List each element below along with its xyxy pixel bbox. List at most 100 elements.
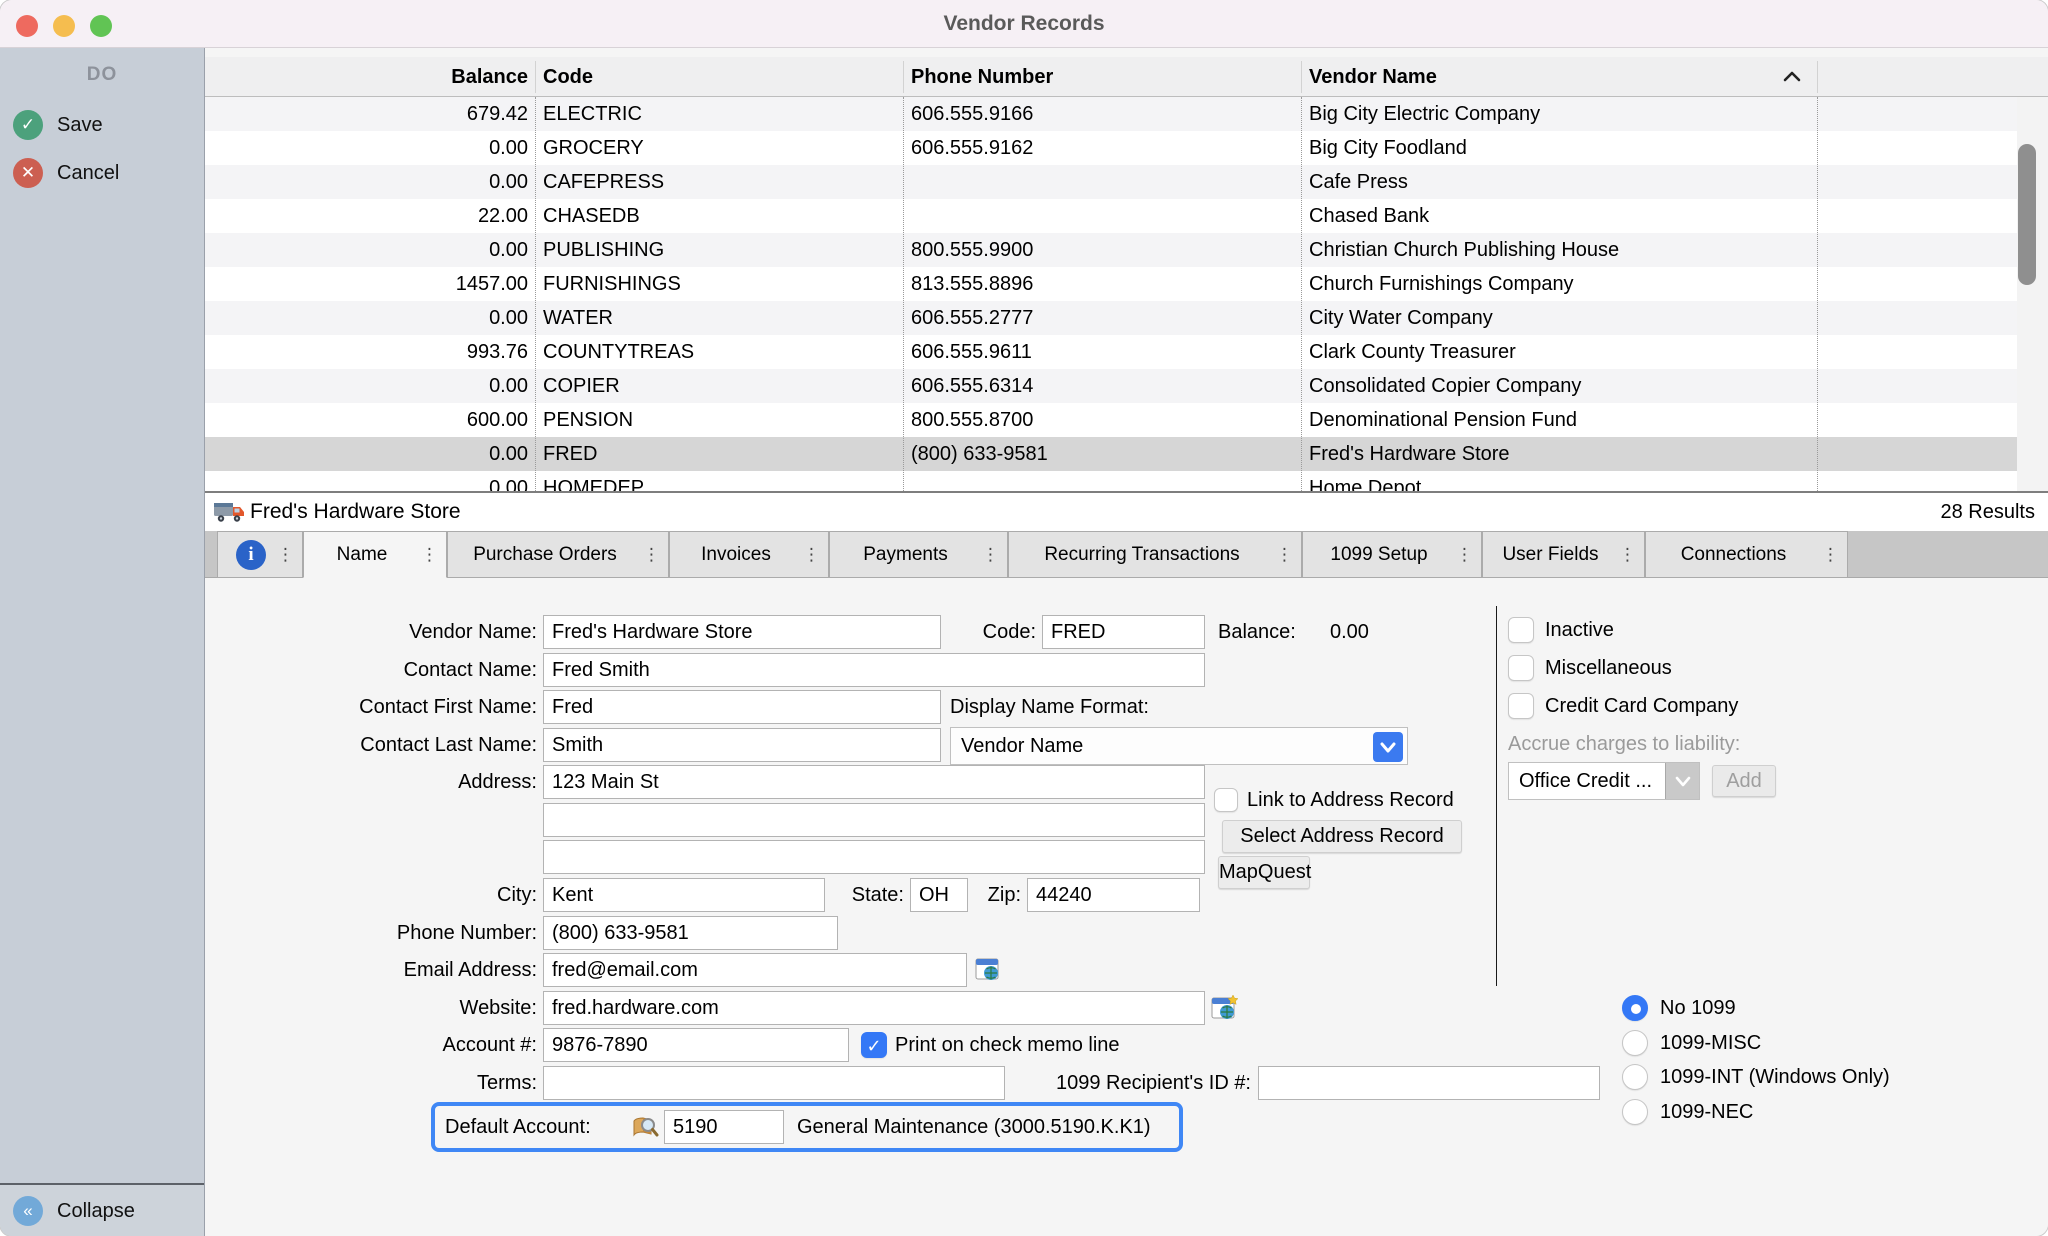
credit-card-company-checkbox[interactable]	[1508, 693, 1534, 719]
radio-1099-int[interactable]	[1622, 1064, 1648, 1090]
add-liability-button[interactable]: Add	[1712, 765, 1776, 797]
sort-ascending-icon[interactable]	[1783, 70, 1801, 82]
header-separator	[535, 61, 536, 93]
tab-connections[interactable]: Connections⋮	[1645, 531, 1848, 578]
balance-label: Balance:	[1218, 615, 1308, 649]
scrollbar-thumb[interactable]	[2018, 144, 2036, 285]
tab-menu-dots-icon[interactable]: ⋮	[982, 532, 999, 577]
phone-number-input[interactable]: (800) 633-9581	[543, 916, 838, 950]
tab-menu-dots-icon[interactable]: ⋮	[1822, 532, 1839, 577]
phone-number-label: Phone Number:	[205, 916, 537, 950]
table-row[interactable]: 1457.00FURNISHINGS813.555.8896Church Fur…	[205, 267, 2048, 301]
table-row[interactable]: 600.00PENSION800.555.8700Denominational …	[205, 403, 2048, 437]
tab-name[interactable]: Name⋮	[303, 531, 447, 578]
do-heading: DO	[0, 64, 204, 86]
tab-menu-dots-icon[interactable]: ⋮	[803, 532, 820, 577]
radio-no-1099-label: No 1099	[1660, 995, 1736, 1021]
contact-last-name-input[interactable]: Smith	[543, 728, 941, 762]
radio-1099-nec[interactable]	[1622, 1099, 1648, 1125]
tab-user-fields[interactable]: User Fields⋮	[1482, 531, 1645, 578]
open-email-icon[interactable]	[975, 957, 1001, 983]
table-row[interactable]: 0.00HOMEDEPHome Depot	[205, 471, 2048, 491]
tab-menu-dots-icon[interactable]: ⋮	[1619, 532, 1636, 577]
default-account-highlight: Default Account: 5190 General Maintenanc…	[431, 1102, 1183, 1152]
account-number-input[interactable]: 9876-7890	[543, 1028, 849, 1062]
tab-menu-dots-icon[interactable]: ⋮	[1456, 532, 1473, 577]
table-row[interactable]: 679.42ELECTRIC606.555.9166Big City Elect…	[205, 97, 2048, 131]
table-row[interactable]: 0.00WATER606.555.2777City Water Company	[205, 301, 2048, 335]
contact-last-name-label: Contact Last Name:	[205, 728, 537, 762]
column-header-phone[interactable]: Phone Number	[911, 57, 1053, 97]
recipient-id-input[interactable]	[1258, 1066, 1600, 1100]
default-account-label: Default Account:	[445, 1110, 625, 1144]
table-row-selected[interactable]: 0.00FRED(800) 633-9581Fred's Hardware St…	[205, 437, 2048, 471]
table-row[interactable]: 0.00COPIER606.555.6314Consolidated Copie…	[205, 369, 2048, 403]
code-input[interactable]: FRED	[1042, 615, 1205, 649]
city-input[interactable]: Kent	[543, 878, 825, 912]
tab-menu-dots-icon[interactable]: ⋮	[277, 532, 294, 577]
table-row[interactable]: 0.00PUBLISHING800.555.9900Christian Chur…	[205, 233, 2048, 267]
column-header-balance[interactable]: Balance	[205, 57, 528, 97]
tab-1099-setup[interactable]: 1099 Setup⋮	[1302, 531, 1482, 578]
link-address-checkbox[interactable]	[1214, 788, 1238, 812]
website-input[interactable]: fred.hardware.com	[543, 991, 1205, 1025]
chevron-down-icon[interactable]	[1373, 732, 1403, 762]
radio-no-1099[interactable]	[1622, 995, 1648, 1021]
collapse-button[interactable]: « Collapse	[0, 1185, 204, 1236]
column-separator	[1301, 97, 1302, 491]
window-title: Vendor Records	[0, 0, 2048, 48]
tab-menu-dots-icon[interactable]: ⋮	[421, 532, 438, 577]
column-header-vendor[interactable]: Vendor Name	[1309, 57, 1437, 97]
account-lookup-icon[interactable]	[631, 1115, 659, 1141]
mapquest-button[interactable]: MapQuest	[1218, 856, 1310, 889]
tab-menu-dots-icon[interactable]: ⋮	[643, 532, 660, 577]
tab-payments[interactable]: Payments⋮	[829, 531, 1008, 578]
name-tab-form: Vendor Name: Fred's Hardware Store Code:…	[205, 578, 2048, 1236]
state-input[interactable]: OH	[910, 878, 968, 912]
vendor-name-label: Vendor Name:	[205, 615, 537, 649]
table-row[interactable]: 22.00CHASEDBChased Bank	[205, 199, 2048, 233]
address-line2-input[interactable]	[543, 803, 1205, 837]
vendor-name-input[interactable]: Fred's Hardware Store	[543, 615, 941, 649]
radio-1099-misc[interactable]	[1622, 1030, 1648, 1056]
contact-name-input[interactable]: Fred Smith	[543, 653, 1205, 687]
zip-input[interactable]: 44240	[1027, 878, 1200, 912]
chevron-down-icon[interactable]	[1665, 763, 1699, 799]
city-label: City:	[205, 878, 537, 912]
website-label: Website:	[205, 991, 537, 1025]
inactive-checkbox[interactable]	[1508, 617, 1534, 643]
contact-first-name-input[interactable]: Fred	[543, 690, 941, 724]
display-name-format-dropdown[interactable]: Vendor Name	[950, 727, 1408, 765]
table-row[interactable]: 0.00GROCERY606.555.9162Big City Foodland	[205, 131, 2048, 165]
save-button[interactable]: ✓ Save	[0, 108, 204, 142]
default-account-input[interactable]: 5190	[664, 1110, 784, 1144]
accrue-liability-dropdown[interactable]: Office Credit ...	[1508, 762, 1700, 800]
table-row[interactable]: 0.00CAFEPRESSCafe Press	[205, 165, 2048, 199]
print-memo-checkbox[interactable]: ✓	[861, 1032, 887, 1058]
column-header-code[interactable]: Code	[543, 57, 593, 97]
column-separator	[903, 97, 904, 491]
link-address-label: Link to Address Record	[1247, 787, 1454, 813]
sidebar: DO ✓ Save ✕ Cancel « Collapse	[0, 48, 205, 1236]
select-address-record-button[interactable]: Select Address Record	[1222, 820, 1462, 853]
truck-icon	[213, 500, 245, 524]
tab-info[interactable]: i ⋮	[217, 531, 303, 578]
terms-input[interactable]	[543, 1066, 1005, 1100]
zip-label: Zip:	[977, 878, 1021, 912]
address-line1-input[interactable]: 123 Main St	[543, 765, 1205, 799]
column-separator	[1817, 97, 1818, 491]
address-line3-input[interactable]	[543, 840, 1205, 874]
cancel-button[interactable]: ✕ Cancel	[0, 156, 204, 190]
tab-purchase-orders[interactable]: Purchase Orders⋮	[447, 531, 669, 578]
credit-card-company-label: Credit Card Company	[1545, 693, 1738, 719]
tab-menu-dots-icon[interactable]: ⋮	[1276, 532, 1293, 577]
miscellaneous-checkbox[interactable]	[1508, 655, 1534, 681]
radio-1099-misc-label: 1099-MISC	[1660, 1030, 1761, 1056]
tab-recurring-transactions[interactable]: Recurring Transactions⋮	[1008, 531, 1302, 578]
open-website-icon[interactable]	[1211, 994, 1239, 1022]
table-row[interactable]: 993.76COUNTYTREAS606.555.9611Clark Count…	[205, 335, 2048, 369]
collapse-chevrons-icon: «	[13, 1196, 43, 1226]
tab-invoices[interactable]: Invoices⋮	[669, 531, 829, 578]
email-address-input[interactable]: fred@email.com	[543, 953, 967, 987]
detail-title: Fred's Hardware Store	[250, 493, 461, 531]
